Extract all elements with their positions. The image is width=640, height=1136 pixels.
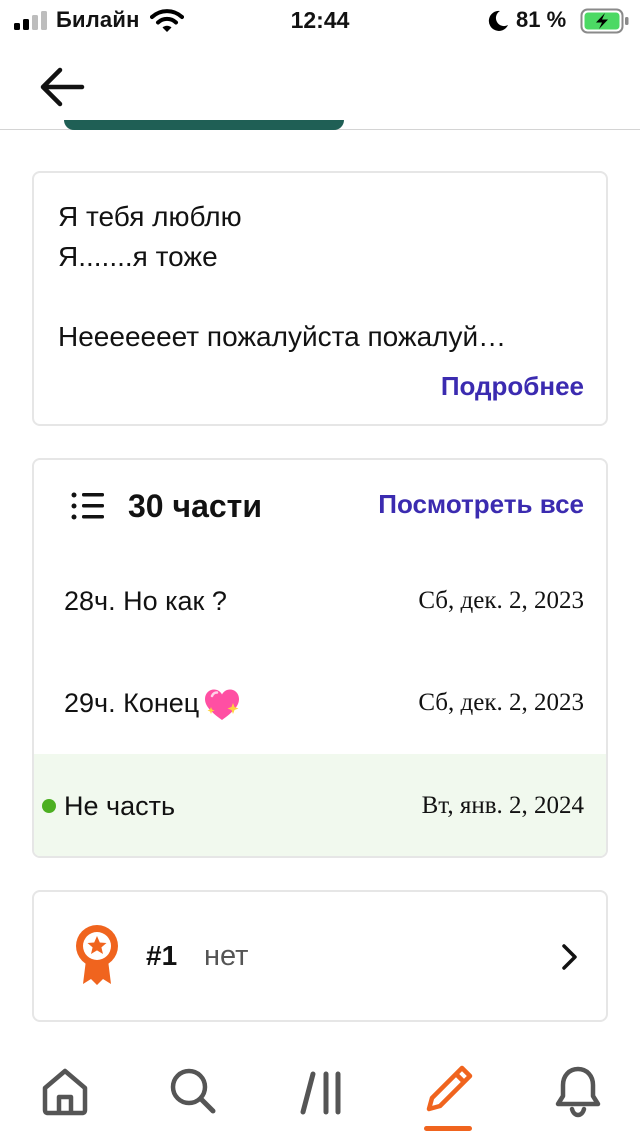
- description-line: Нееееееет пожалуйста пожалуй…: [58, 321, 507, 352]
- part-row[interactable]: 28ч. Но как ? Сб, дек. 2, 2023: [34, 549, 606, 653]
- chevron-right-icon: [562, 944, 577, 970]
- nav-home[interactable]: [35, 1060, 95, 1120]
- active-tab-indicator: [424, 1126, 472, 1131]
- status-bar: Билайн 12:44 81 %: [0, 0, 640, 44]
- search-icon: [170, 1068, 216, 1114]
- part-date: Сб, дек. 2, 2023: [418, 689, 584, 716]
- parts-count-title: 30 части: [128, 488, 262, 524]
- parts-card: 30 части Посмотреть все 28ч. Но как ? Сб…: [32, 458, 608, 858]
- ranking-card[interactable]: #1 нет: [32, 890, 608, 1022]
- part-date: Сб, дек. 2, 2023: [418, 587, 584, 614]
- bell-icon: [555, 1066, 601, 1118]
- nav-library[interactable]: [292, 1060, 352, 1120]
- sparkling-heart-icon: [205, 689, 240, 720]
- top-bar: [0, 44, 640, 130]
- arrow-left-icon: [40, 67, 85, 107]
- pencil-icon: [426, 1065, 473, 1112]
- story-description-card: Я тебя люблю Я.......я тоже Нееееееет по…: [32, 171, 608, 426]
- battery-percent: 81 %: [516, 7, 567, 32]
- nav-notifications[interactable]: [548, 1060, 608, 1120]
- description-line: Я тебя люблю: [58, 201, 242, 232]
- part-title: 28ч. Но как ?: [64, 586, 227, 616]
- battery-charging-icon: [580, 8, 629, 34]
- part-row-current[interactable]: Не часть Вт, янв. 2, 2024: [34, 754, 606, 856]
- current-part-indicator: [42, 799, 56, 813]
- home-icon: [42, 1068, 88, 1116]
- rank-tag: нет: [204, 940, 249, 972]
- part-row[interactable]: 29ч. Конец Сб, дек. 2, 2023: [34, 651, 606, 755]
- rank-number: #1: [146, 940, 178, 971]
- cover-strip: [64, 120, 344, 130]
- back-button[interactable]: [34, 62, 90, 112]
- bottom-navigation: [0, 1048, 640, 1136]
- description-line: Я.......я тоже: [58, 241, 218, 272]
- part-title: Не часть: [64, 791, 176, 821]
- ranking-badge-icon: [76, 925, 118, 985]
- nav-search[interactable]: [162, 1060, 222, 1120]
- part-title: 29ч. Конец: [64, 651, 241, 755]
- part-date: Вт, янв. 2, 2024: [421, 792, 584, 819]
- list-icon: [71, 492, 104, 520]
- do-not-disturb-moon-icon: [488, 10, 508, 31]
- library-icon: [300, 1071, 341, 1115]
- view-all-parts-link[interactable]: Посмотреть все: [378, 489, 584, 520]
- read-more-link[interactable]: Подробнее: [441, 371, 584, 402]
- nav-write[interactable]: [418, 1060, 478, 1120]
